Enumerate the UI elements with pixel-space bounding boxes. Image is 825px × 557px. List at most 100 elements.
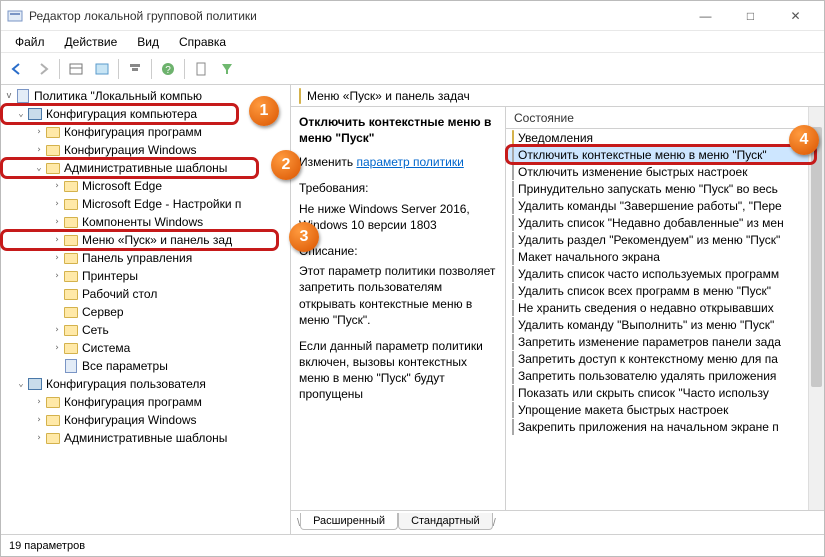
tree-item[interactable]: › Система bbox=[1, 339, 290, 357]
minimize-button[interactable]: — bbox=[683, 2, 728, 30]
list-item[interactable]: Запретить доступ к контекстному меню для… bbox=[506, 350, 824, 367]
list-item[interactable]: Удалить раздел "Рекомендуем" из меню "Пу… bbox=[506, 231, 824, 248]
expand-icon[interactable]: › bbox=[51, 272, 63, 281]
list-item[interactable]: Принудительно запускать меню "Пуск" во в… bbox=[506, 180, 824, 197]
list-item[interactable]: Не хранить сведения о недавно открывавши… bbox=[506, 299, 824, 316]
list-item[interactable]: Показать или скрыть список "Часто исполь… bbox=[506, 384, 824, 401]
expand-icon[interactable]: › bbox=[51, 254, 63, 263]
expand-icon[interactable]: › bbox=[51, 344, 63, 353]
expand-icon[interactable]: › bbox=[33, 398, 45, 407]
menu-view[interactable]: Вид bbox=[129, 33, 167, 51]
setting-icon bbox=[512, 369, 514, 383]
comp-icon bbox=[27, 106, 43, 122]
menu-help[interactable]: Справка bbox=[171, 33, 234, 51]
forward-button[interactable] bbox=[31, 57, 55, 81]
tree-item[interactable]: ›Сеть bbox=[1, 321, 290, 339]
tree-label: Принтеры bbox=[82, 269, 138, 283]
policy-icon bbox=[63, 358, 79, 374]
setting-icon bbox=[512, 318, 514, 332]
column-header-state[interactable]: Состояние bbox=[506, 107, 824, 129]
tree-item[interactable]: ›Конфигурация Windows bbox=[1, 411, 290, 429]
list-label: Отключить изменение быстрых настроек bbox=[518, 165, 747, 179]
scrollbar[interactable] bbox=[808, 107, 824, 510]
list-item[interactable]: Закрепить приложения на начальном экране… bbox=[506, 418, 824, 435]
expand-icon[interactable]: › bbox=[33, 416, 45, 425]
list-label: Закрепить приложения на начальном экране… bbox=[518, 420, 779, 434]
tree-item[interactable]: › Компоненты Windows bbox=[1, 213, 290, 231]
tree-root[interactable]: v Политика "Локальный компью bbox=[1, 87, 290, 105]
tree-item[interactable]: Рабочий стол bbox=[1, 285, 290, 303]
folder-icon bbox=[63, 322, 79, 338]
expand-icon[interactable]: v bbox=[3, 92, 15, 101]
settings-list[interactable]: УведомленияОтключить контекстные меню в … bbox=[506, 129, 824, 510]
expand-icon[interactable]: › bbox=[51, 200, 63, 209]
tree-label: Конфигурация компьютера bbox=[46, 107, 197, 121]
collapse-icon[interactable]: ⌄ bbox=[15, 110, 27, 119]
tree-item[interactable]: ›Microsoft Edge bbox=[1, 177, 290, 195]
folder-icon bbox=[63, 286, 79, 302]
expand-icon[interactable]: › bbox=[51, 236, 63, 245]
list-label: Удалить список всех программ в меню "Пус… bbox=[518, 284, 771, 298]
tree-item[interactable]: ⌄ Конфигурация компьютера bbox=[1, 105, 290, 123]
tree-item[interactable]: ›Административные шаблоны bbox=[1, 429, 290, 447]
svg-text:?: ? bbox=[165, 65, 171, 76]
expand-icon[interactable]: › bbox=[33, 128, 45, 137]
close-button[interactable]: ✕ bbox=[773, 2, 818, 30]
list-item[interactable]: Удалить команды "Завершение работы", "Пе… bbox=[506, 197, 824, 214]
tool-filter-icon[interactable] bbox=[123, 57, 147, 81]
tree-item[interactable]: Сервер bbox=[1, 303, 290, 321]
toolbar: ? bbox=[1, 53, 824, 85]
tool-funnel-icon[interactable] bbox=[215, 57, 239, 81]
collapse-icon[interactable]: ⌄ bbox=[33, 164, 45, 173]
edit-policy-link[interactable]: параметр политики bbox=[356, 155, 463, 169]
folder-icon bbox=[63, 340, 79, 356]
list-item[interactable]: Уведомления bbox=[506, 129, 824, 146]
tree-label: Административные шаблоны bbox=[64, 161, 227, 175]
tool-help-icon[interactable]: ? bbox=[156, 57, 180, 81]
tool-box-icon[interactable] bbox=[64, 57, 88, 81]
tree-item[interactable]: ⌄Конфигурация пользователя bbox=[1, 375, 290, 393]
tree-item[interactable]: › Принтеры bbox=[1, 267, 290, 285]
menu-file[interactable]: Файл bbox=[7, 33, 53, 51]
back-button[interactable] bbox=[5, 57, 29, 81]
callout-1: 1 bbox=[249, 96, 279, 126]
tab-extended[interactable]: Расширенный bbox=[300, 513, 398, 530]
tree-item[interactable]: ⌄ Административные шаблоны bbox=[1, 159, 290, 177]
list-item[interactable]: Макет начального экрана bbox=[506, 248, 824, 265]
expand-icon[interactable]: › bbox=[51, 182, 63, 191]
tree-item[interactable]: ›Меню «Пуск» и панель зад bbox=[1, 231, 290, 249]
collapse-icon[interactable]: ⌄ bbox=[15, 380, 27, 389]
tab-standard[interactable]: Стандартный bbox=[398, 513, 493, 530]
tree-item[interactable]: ›Конфигурация программ bbox=[1, 123, 290, 141]
tree-item[interactable]: ›Панель управления bbox=[1, 249, 290, 267]
tree-item[interactable]: ›Microsoft Edge - Настройки п bbox=[1, 195, 290, 213]
menubar: Файл Действие Вид Справка bbox=[1, 31, 824, 53]
list-item[interactable]: Запретить пользователю удалять приложени… bbox=[506, 367, 824, 384]
list-item[interactable]: Отключить контекстные меню в меню "Пуск" bbox=[506, 146, 824, 163]
expand-icon[interactable]: › bbox=[33, 434, 45, 443]
folder-icon bbox=[45, 394, 61, 410]
maximize-button[interactable]: □ bbox=[728, 2, 773, 30]
list-item[interactable]: Упрощение макета быстрых настроек bbox=[506, 401, 824, 418]
list-item[interactable]: Удалить список всех программ в меню "Пус… bbox=[506, 282, 824, 299]
path-label: Меню «Пуск» и панель задач bbox=[307, 89, 470, 103]
tree-item[interactable]: Все параметры bbox=[1, 357, 290, 375]
expand-icon[interactable]: › bbox=[51, 326, 63, 335]
tree-item[interactable]: ›Конфигурация Windows bbox=[1, 141, 290, 159]
main-panel: Меню «Пуск» и панель задач Отключить кон… bbox=[291, 85, 824, 534]
expand-icon[interactable]: › bbox=[33, 146, 45, 155]
tool-doc-icon[interactable] bbox=[189, 57, 213, 81]
expand-icon[interactable]: › bbox=[51, 218, 63, 227]
tree-label: Компоненты Windows bbox=[82, 215, 203, 229]
list-label: Запретить изменение параметров панели за… bbox=[518, 335, 781, 349]
menu-action[interactable]: Действие bbox=[57, 33, 126, 51]
tree-item[interactable]: ›Конфигурация программ bbox=[1, 393, 290, 411]
list-item[interactable]: Отключить изменение быстрых настроек bbox=[506, 163, 824, 180]
list-item[interactable]: Удалить список часто используемых програ… bbox=[506, 265, 824, 282]
tool-list-icon[interactable] bbox=[90, 57, 114, 81]
list-item[interactable]: Удалить команду "Выполнить" из меню "Пус… bbox=[506, 316, 824, 333]
list-item[interactable]: Запретить изменение параметров панели за… bbox=[506, 333, 824, 350]
tree-label: Система bbox=[82, 341, 130, 355]
list-item[interactable]: Удалить список "Недавно добавленные" из … bbox=[506, 214, 824, 231]
nav-tree[interactable]: v Политика "Локальный компью ⌄Конфигурац… bbox=[1, 85, 291, 534]
